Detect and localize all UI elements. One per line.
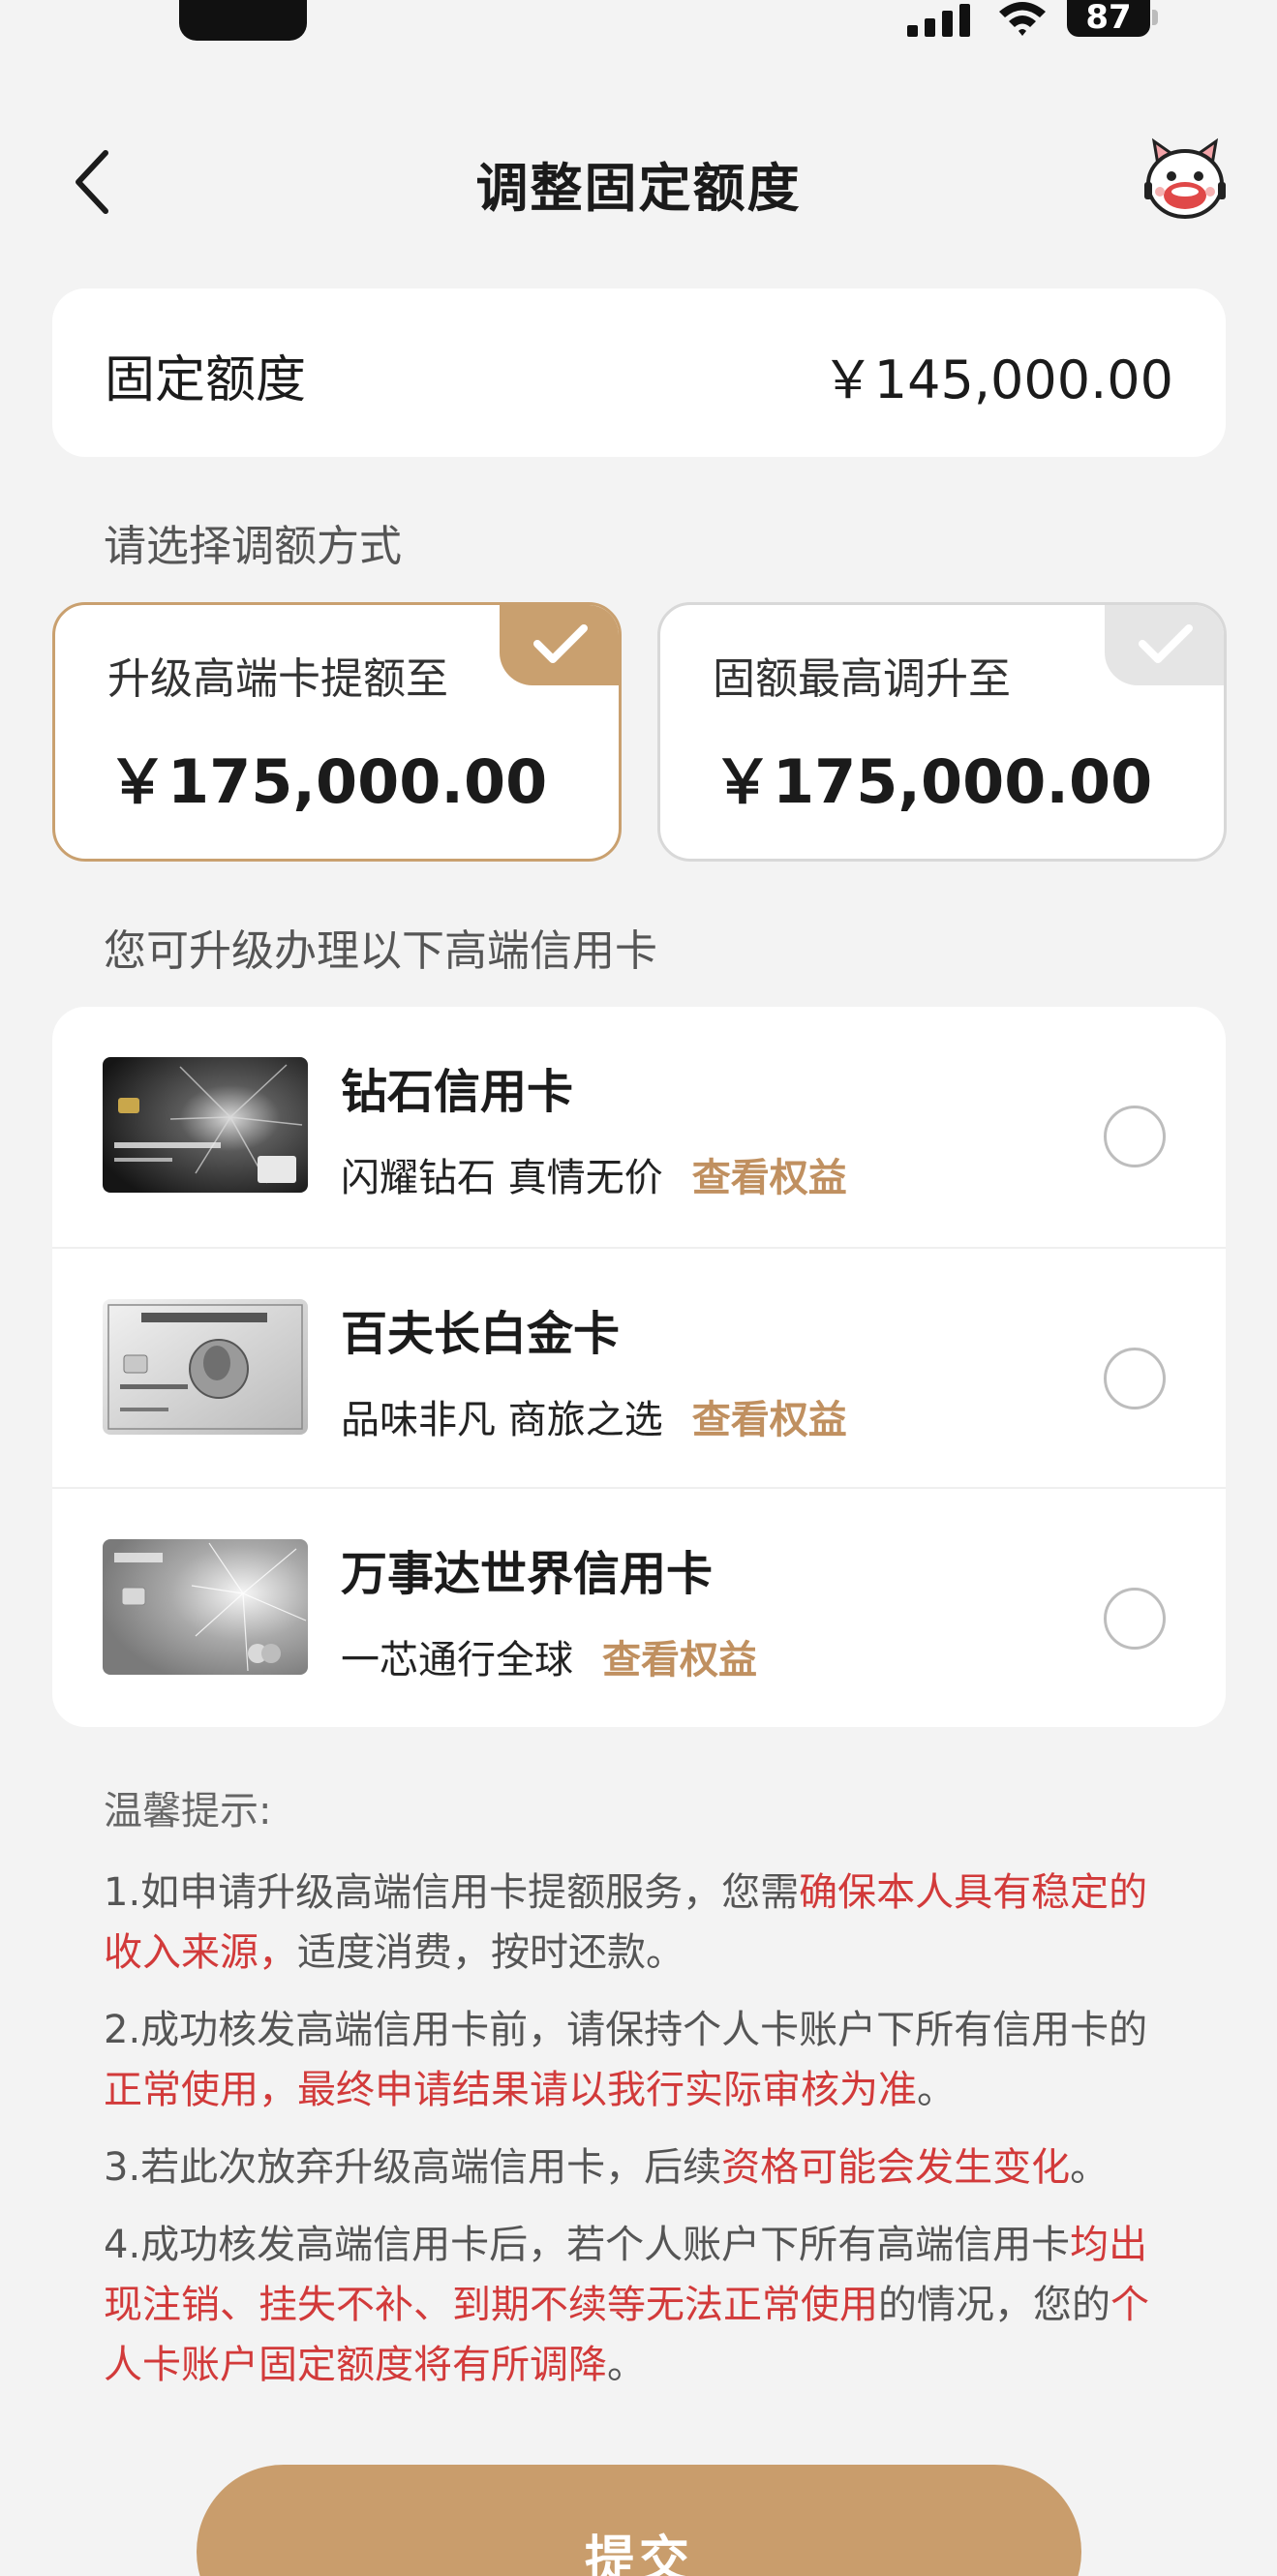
fixed-quota-card: 固定额度 ￥145,000.00 [52,288,1226,457]
option-amount: ￥175,000.00 [713,746,1153,817]
redacted-time [179,0,307,41]
nav-bar: 调整固定额度 [0,116,1277,242]
view-benefits-link[interactable]: 查看权益 [692,1156,847,1200]
battery-icon: 87 [1067,0,1150,37]
card-desc: 品味非凡 商旅之选 查看权益 [341,1398,847,1442]
check-icon [1139,624,1193,663]
upgrade-cards-label: 您可升级办理以下高端信用卡 [104,926,657,976]
submit-button[interactable]: 提交 [197,2465,1081,2576]
card-desc: 一芯通行全球 查看权益 [341,1638,757,1682]
signal-icon [907,4,970,37]
tip-item: 4.成功核发高端信用卡后，若个人账户下所有高端信用卡均出现注销、挂失不补、到期不… [104,2223,1149,2387]
view-benefits-link[interactable]: 查看权益 [602,1638,757,1682]
tip-item: 1.如申请升级高端信用卡提额服务，您需确保本人具有稳定的收入来源，适度消费，按时… [104,1870,1148,1975]
tips-section: 温馨提示: 1.如申请升级高端信用卡提额服务，您需确保本人具有稳定的收入来源，适… [104,1779,1178,2412]
card-list: 钻石信用卡 闪耀钻石 真情无价 查看权益 百夫长白金卡 品味非凡 商旅之选 查看… [52,1007,1226,1727]
option-check-badge [500,605,619,685]
card-name: 万事达世界信用卡 [341,1547,714,1601]
diamond-card-image [103,1057,308,1193]
view-benefits-link[interactable]: 查看权益 [692,1398,847,1442]
page-title: 调整固定额度 [475,158,802,219]
card-radio[interactable] [1104,1588,1166,1650]
mastercard-world-card-image [103,1539,308,1675]
status-bar: 87 [0,0,1277,58]
card-radio[interactable] [1104,1106,1166,1167]
card-row-diamond[interactable]: 钻石信用卡 闪耀钻石 真情无价 查看权益 [52,1007,1226,1247]
option-amount: ￥175,000.00 [107,746,548,817]
fixed-quota-label: 固定额度 [105,351,307,409]
card-name: 百夫长白金卡 [341,1307,621,1361]
option-upgrade-card[interactable]: 升级高端卡提额至 ￥175,000.00 [52,602,622,862]
option-check-badge [1105,605,1224,685]
option-title: 固额最高调升至 [713,654,1011,704]
tips-title: 温馨提示: [104,1789,272,1834]
option-max-raise-card[interactable]: 固额最高调升至 ￥175,000.00 [657,602,1227,862]
mascot-icon[interactable] [1140,136,1230,225]
option-title: 升级高端卡提额至 [107,654,448,704]
fixed-quota-value: ￥145,000.00 [821,349,1173,410]
tip-item: 3.若此次放弃升级高端信用卡，后续资格可能会发生变化。 [104,2145,1110,2190]
check-icon [533,624,588,663]
card-name: 钻石信用卡 [341,1065,574,1119]
page: 87 调整固定额度 固定额度 ￥145,000.00 请选择调额方式 升级高端卡… [0,0,1277,2576]
card-desc: 闪耀钻石 真情无价 查看权益 [341,1156,847,1200]
card-row-mastercard-world[interactable]: 万事达世界信用卡 一芯通行全球 查看权益 [52,1487,1226,1727]
card-radio[interactable] [1104,1348,1166,1409]
card-row-centurion[interactable]: 百夫长白金卡 品味非凡 商旅之选 查看权益 [52,1247,1226,1487]
centurion-card-image [103,1299,308,1435]
tip-item: 2.成功核发高端信用卡前，请保持个人卡账户下所有信用卡的正常使用，最终申请结果请… [104,2008,1148,2112]
battery-tip [1152,10,1158,25]
choose-method-label: 请选择调额方式 [104,522,402,571]
wifi-icon [999,2,1046,36]
